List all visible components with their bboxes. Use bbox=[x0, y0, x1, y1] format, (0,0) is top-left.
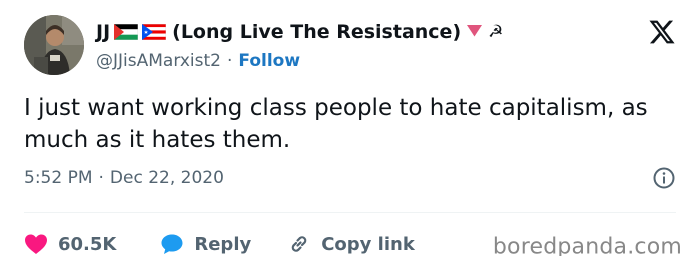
puerto-rico-flag-icon bbox=[142, 24, 167, 40]
link-icon bbox=[291, 236, 307, 252]
like-count: 60.5K bbox=[58, 233, 117, 255]
display-name-prefix: JJ bbox=[96, 21, 111, 43]
tweet-actions: 60.5K Reply Copy link bbox=[24, 232, 415, 256]
follow-button[interactable]: Follow bbox=[238, 51, 300, 71]
palestine-flag-icon bbox=[114, 24, 139, 40]
author-name[interactable]: JJ (Long Live The Resistance) ☭ bbox=[96, 20, 503, 44]
hammer-sickle-icon: ☭ bbox=[488, 22, 504, 42]
divider bbox=[24, 212, 676, 213]
author-handle-row: @JJisAMarxist2 · Follow bbox=[96, 50, 300, 72]
like-button[interactable]: 60.5K bbox=[24, 233, 116, 255]
watermark: boredpanda.com bbox=[492, 234, 682, 256]
red-triangle-icon bbox=[467, 24, 483, 41]
reply-bubble-icon bbox=[161, 234, 183, 254]
tweet-date: Dec 22, 2020 bbox=[109, 168, 224, 188]
meta-separator: · bbox=[98, 168, 104, 188]
heart-icon bbox=[25, 234, 47, 254]
copy-link-label: Copy link bbox=[321, 233, 415, 255]
tweet-text: I just want working class people to hate… bbox=[24, 95, 648, 153]
reply-button[interactable]: Reply bbox=[160, 233, 251, 255]
tweet-time: 5:52 PM bbox=[24, 168, 93, 188]
tweet-card: JJ (Long Live The Resistance) ☭ @JJisAMa… bbox=[0, 0, 700, 256]
tweet-timestamp[interactable]: 5:52 PM · Dec 22, 2020 bbox=[24, 166, 224, 190]
copy-link-button[interactable]: Copy link bbox=[287, 232, 415, 256]
author-handle[interactable]: @JJisAMarxist2 bbox=[96, 51, 221, 71]
x-logo-icon[interactable] bbox=[648, 18, 676, 46]
handle-separator: · bbox=[226, 51, 233, 71]
info-icon[interactable] bbox=[652, 166, 676, 190]
reply-label: Reply bbox=[194, 233, 252, 255]
display-name-suffix: (Long Live The Resistance) bbox=[172, 21, 462, 43]
author-avatar[interactable] bbox=[24, 15, 84, 75]
